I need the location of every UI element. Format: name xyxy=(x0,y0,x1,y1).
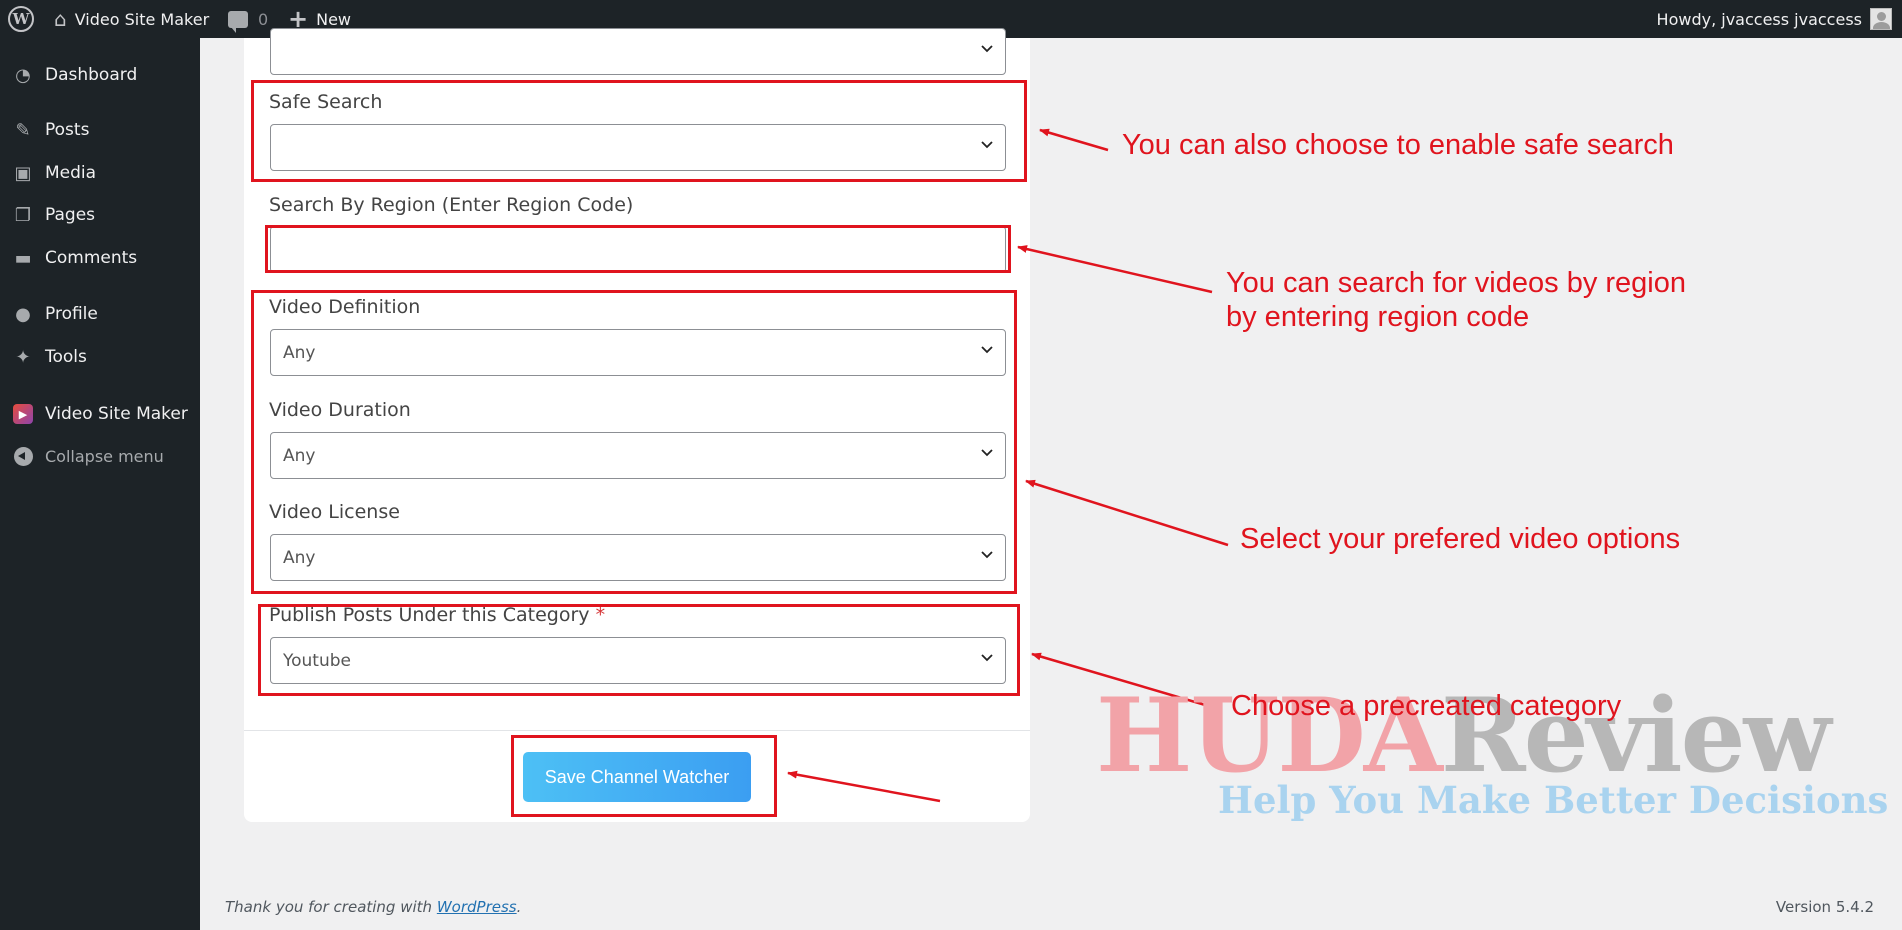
footer-version: Version 5.4.2 xyxy=(1775,898,1874,916)
footer-thanks-prefix: Thank you for creating with xyxy=(225,898,437,916)
category-note: Choose a precreated category xyxy=(1231,690,1622,722)
region-note-line1: You can search for videos by region xyxy=(1226,267,1686,299)
watermark-tagline: Help You Make Better Decisions xyxy=(1218,778,1889,822)
footer-thanks-suffix: . xyxy=(516,898,522,916)
footer-thanks: Thank you for creating with WordPress. xyxy=(225,898,521,916)
save-button-arrow xyxy=(787,770,941,803)
safe-search-arrow xyxy=(1039,128,1109,152)
safe-search-note: You can also choose to enable safe searc… xyxy=(1122,129,1674,161)
wordpress-link[interactable]: WordPress xyxy=(437,898,517,916)
video-options-arrow xyxy=(1025,479,1229,547)
video-options-note: Select your prefered video options xyxy=(1240,523,1681,555)
region-arrow xyxy=(1017,245,1213,294)
region-note-line2: by entering region code xyxy=(1226,301,1530,333)
